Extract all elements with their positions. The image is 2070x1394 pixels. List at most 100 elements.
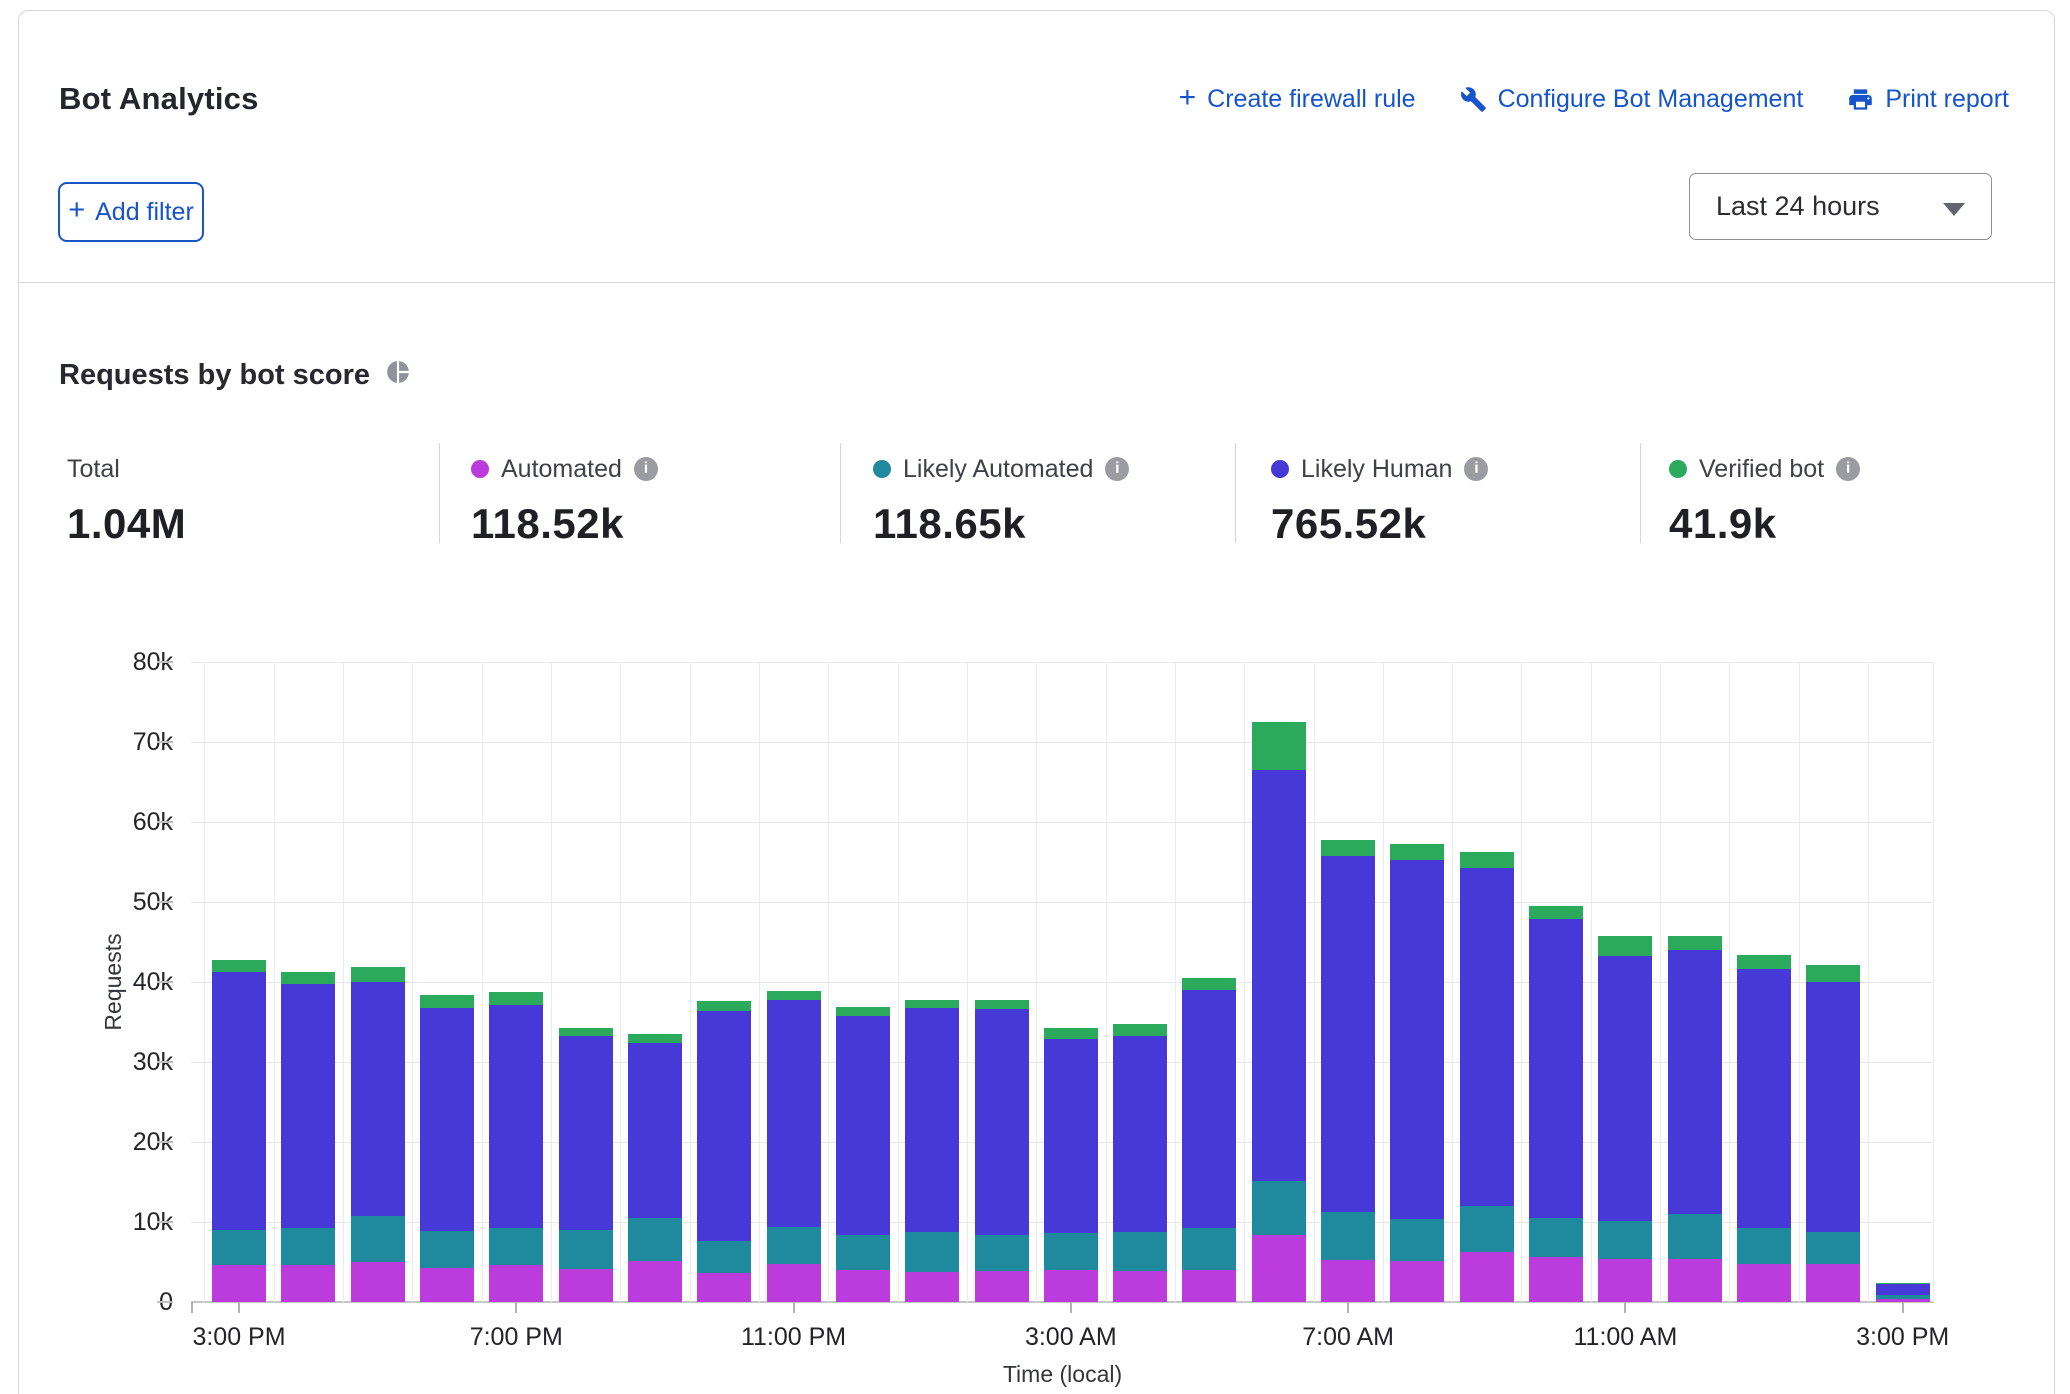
- bar-segment-likely-human: [1390, 860, 1444, 1218]
- create-firewall-rule-label: Create firewall rule: [1207, 85, 1415, 114]
- info-icon[interactable]: i: [1836, 457, 1860, 481]
- bar-segment-verified-bot: [697, 1001, 751, 1011]
- bar-segment-likely-human: [1182, 990, 1236, 1228]
- bar-segment-verified-bot: [1460, 852, 1514, 867]
- gridline-v: [1106, 662, 1107, 1302]
- bar-segment-verified-bot: [489, 992, 543, 1005]
- print-report-label: Print report: [1885, 85, 2009, 114]
- bar-segment-verified-bot: [1529, 906, 1583, 919]
- bar-segment-verified-bot: [1876, 1283, 1930, 1284]
- chevron-down-icon: [1943, 203, 1965, 216]
- time-range-value: Last 24 hours: [1716, 191, 1880, 222]
- gridline-v: [1175, 662, 1176, 1302]
- gridline-v: [1036, 662, 1037, 1302]
- time-range-dropdown[interactable]: Last 24 hours: [1689, 173, 1992, 240]
- bar-segment-automated: [1113, 1271, 1167, 1302]
- gridline-v: [343, 662, 344, 1302]
- bar-segment-likely-automated: [212, 1230, 266, 1265]
- bar-segment-likely-automated: [1529, 1218, 1583, 1257]
- x-tick-mark: [1902, 1302, 1904, 1313]
- info-icon[interactable]: i: [1464, 457, 1488, 481]
- add-filter-button[interactable]: + Add filter: [58, 182, 204, 242]
- stat-verified-bot-label: Verified bot: [1699, 455, 1824, 484]
- bar-segment-likely-automated: [281, 1228, 335, 1265]
- bar-segment-likely-automated: [975, 1235, 1029, 1271]
- bar-segment-verified-bot: [212, 960, 266, 971]
- stat-automated-label: Automated: [501, 455, 622, 484]
- bar-segment-likely-automated: [1460, 1206, 1514, 1252]
- bar-segment-verified-bot: [767, 991, 821, 1001]
- bar-segment-verified-bot: [975, 1000, 1029, 1009]
- bar-segment-likely-automated: [1182, 1228, 1236, 1270]
- stat-total-label: Total: [67, 455, 120, 484]
- bar-segment-verified-bot: [1044, 1028, 1098, 1038]
- bot-analytics-screen: Bot Analytics + Create firewall rule Con…: [0, 0, 2070, 1394]
- y-tick-mark: [157, 1301, 173, 1303]
- gridline-v: [204, 662, 205, 1302]
- y-tick-mark: [157, 661, 173, 663]
- bar-segment-likely-human: [1737, 969, 1791, 1228]
- gridline-v: [412, 662, 413, 1302]
- bar-segment-likely-human: [1668, 950, 1722, 1214]
- bar-segment-likely-human: [1113, 1036, 1167, 1231]
- header-actions: + Create firewall rule Configure Bot Man…: [1179, 81, 2009, 117]
- bar-segment-likely-human: [905, 1008, 959, 1231]
- create-firewall-rule-link[interactable]: + Create firewall rule: [1179, 85, 1416, 114]
- bar-segment-automated: [836, 1270, 890, 1302]
- print-report-link[interactable]: Print report: [1847, 85, 2009, 114]
- stat-likely-automated: Likely Automated i 118.65k: [873, 454, 1253, 548]
- x-tick-label: 11:00 PM: [714, 1323, 874, 1352]
- likely-automated-legend-dot: [873, 460, 891, 478]
- page-title: Bot Analytics: [59, 81, 259, 117]
- bar-segment-likely-human: [1876, 1284, 1930, 1295]
- likely-human-legend-dot: [1271, 460, 1289, 478]
- stat-likely-human-value: 765.52k: [1271, 500, 1651, 548]
- x-axis-origin-tick: [191, 1302, 193, 1313]
- plus-icon: +: [68, 196, 85, 225]
- y-tick-mark: [157, 1061, 173, 1063]
- bar-segment-automated: [212, 1265, 266, 1302]
- bar-segment-automated: [1598, 1259, 1652, 1302]
- x-tick-mark: [1624, 1302, 1626, 1313]
- bar-segment-automated: [767, 1264, 821, 1302]
- gridline-v: [967, 662, 968, 1302]
- gridline-h: [191, 662, 1934, 663]
- x-tick-label: 3:00 PM: [159, 1323, 319, 1352]
- bar-segment-likely-automated: [489, 1228, 543, 1265]
- gridline-v: [1452, 662, 1453, 1302]
- bar-segment-likely-automated: [1806, 1232, 1860, 1264]
- bar-segment-verified-bot: [559, 1028, 613, 1036]
- configure-bot-management-link[interactable]: Configure Bot Management: [1460, 85, 1804, 114]
- stat-automated-value: 118.52k: [471, 500, 851, 548]
- x-tick-mark: [1070, 1302, 1072, 1313]
- bar-segment-automated: [905, 1272, 959, 1302]
- stat-total: Total 1.04M: [67, 454, 447, 548]
- bar-segment-automated: [628, 1261, 682, 1302]
- gridline-v: [551, 662, 552, 1302]
- x-tick-mark: [1347, 1302, 1349, 1313]
- x-tick-mark: [515, 1302, 517, 1313]
- x-tick-mark: [238, 1302, 240, 1313]
- bar-segment-likely-human: [281, 984, 335, 1228]
- bar-segment-verified-bot: [1668, 936, 1722, 950]
- info-icon[interactable]: i: [634, 457, 658, 481]
- stat-total-value: 1.04M: [67, 500, 447, 548]
- bar-segment-automated: [1806, 1264, 1860, 1302]
- bar-segment-likely-human: [212, 972, 266, 1230]
- bar-segment-verified-bot: [281, 972, 335, 984]
- stat-likely-automated-value: 118.65k: [873, 500, 1253, 548]
- bar-segment-automated: [1044, 1270, 1098, 1302]
- requests-by-bot-score-chart: [191, 662, 1934, 1302]
- bar-segment-verified-bot: [905, 1000, 959, 1008]
- gridline-v: [898, 662, 899, 1302]
- bar-segment-likely-human: [1806, 982, 1860, 1232]
- bar-segment-verified-bot: [1390, 844, 1444, 860]
- bar-segment-likely-human: [1529, 919, 1583, 1218]
- gridline-v: [620, 662, 621, 1302]
- bar-segment-automated: [975, 1271, 1029, 1302]
- gridline-h: [191, 902, 1934, 903]
- bar-segment-automated: [1460, 1252, 1514, 1302]
- info-icon[interactable]: i: [1105, 457, 1129, 481]
- y-tick-mark: [157, 821, 173, 823]
- bar-segment-likely-automated: [1044, 1233, 1098, 1270]
